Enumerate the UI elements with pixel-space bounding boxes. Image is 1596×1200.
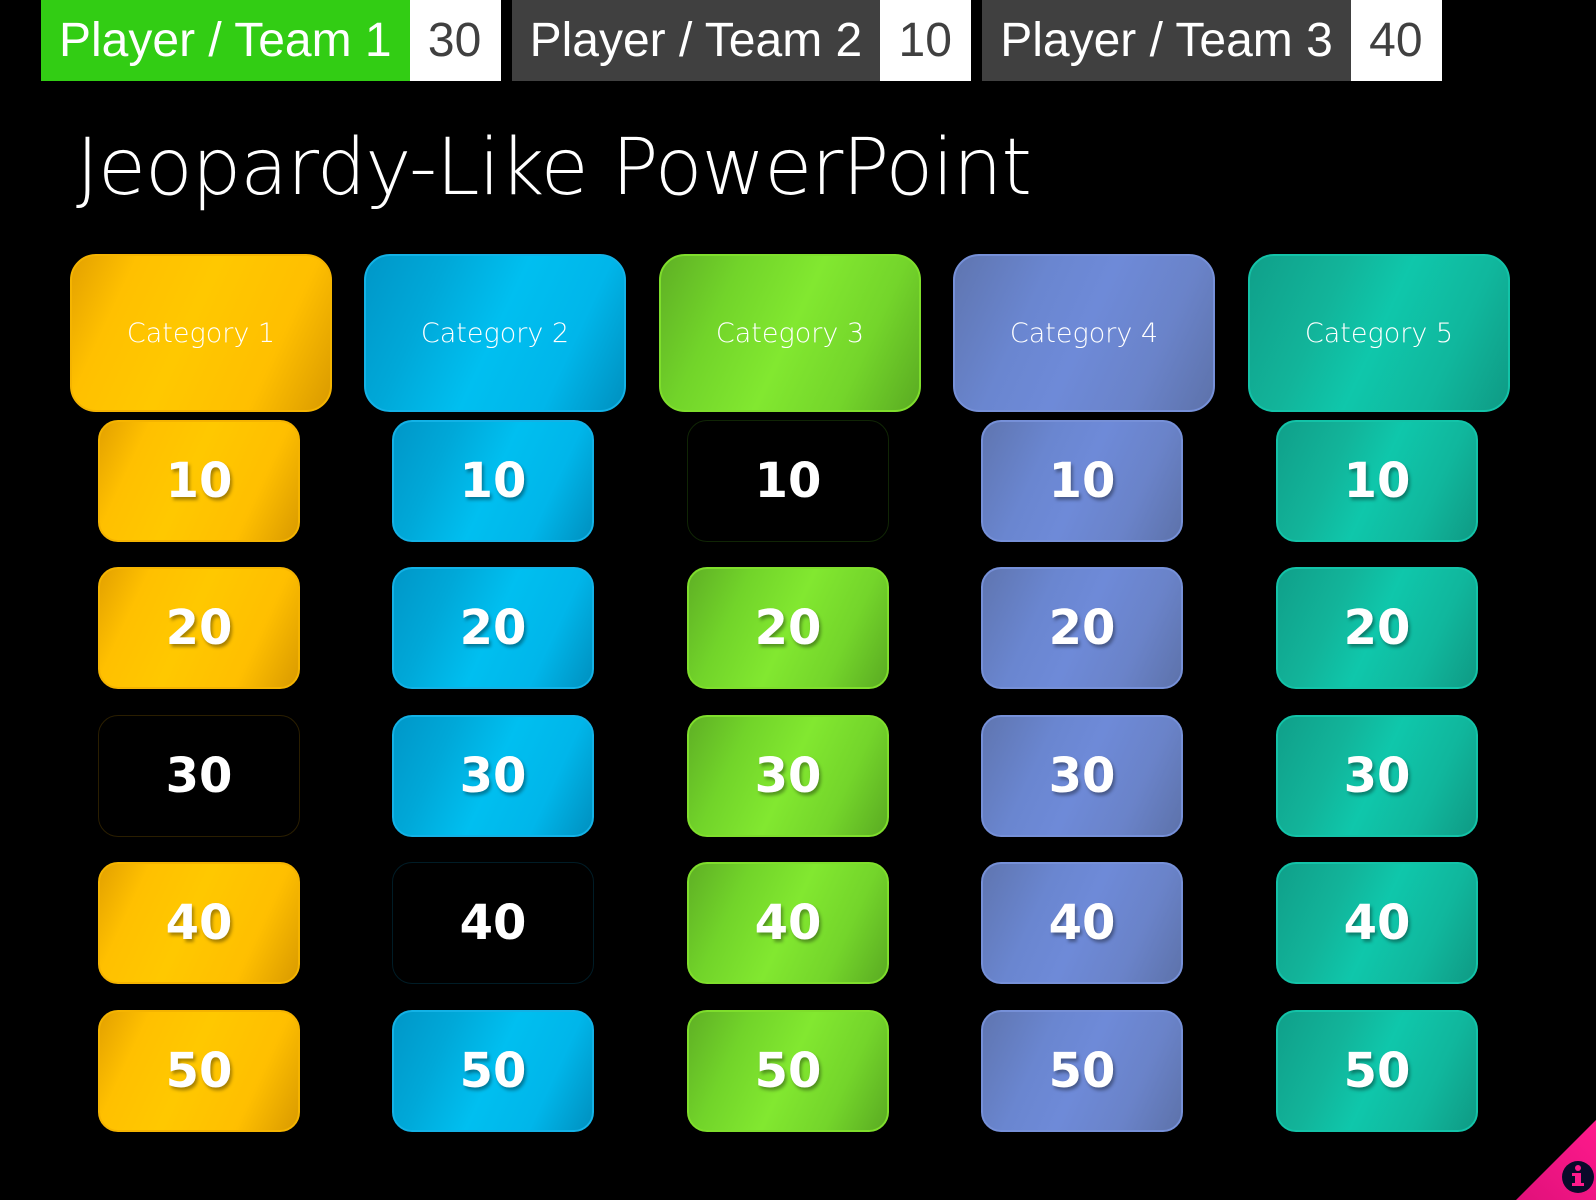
- tile-c4-50[interactable]: 50: [981, 1010, 1183, 1132]
- info-button[interactable]: [1516, 1120, 1596, 1200]
- category-1-header[interactable]: Category 1: [70, 254, 332, 412]
- tile-c2-20[interactable]: 20: [392, 567, 594, 689]
- category-4-header[interactable]: Category 4: [953, 254, 1215, 412]
- team-2-score[interactable]: 10: [880, 0, 972, 81]
- team-1-score[interactable]: 30: [409, 0, 501, 81]
- info-icon: [1562, 1161, 1594, 1193]
- tile-c1-20[interactable]: 20: [98, 567, 300, 689]
- category-column-2: Category 2 10 20 30 40 50: [364, 254, 626, 1132]
- tile-c5-20[interactable]: 20: [1276, 567, 1478, 689]
- tile-c4-40[interactable]: 40: [981, 862, 1183, 984]
- tile-c1-10[interactable]: 10: [98, 420, 300, 542]
- category-2-header[interactable]: Category 2: [364, 254, 626, 412]
- tile-c2-30[interactable]: 30: [392, 715, 594, 837]
- team-2-name[interactable]: Player / Team 2: [511, 0, 881, 81]
- team-3-score[interactable]: 40: [1350, 0, 1442, 81]
- tile-c5-40[interactable]: 40: [1276, 862, 1478, 984]
- team-3-name[interactable]: Player / Team 3: [982, 0, 1351, 81]
- category-column-3: Category 3 10 20 30 40 50: [659, 254, 921, 1132]
- tile-c1-50[interactable]: 50: [98, 1010, 300, 1132]
- tile-c2-40[interactable]: 40: [392, 862, 594, 984]
- tile-c5-10[interactable]: 10: [1276, 420, 1478, 542]
- tile-c3-20[interactable]: 20: [687, 567, 889, 689]
- team-1-name[interactable]: Player / Team 1: [41, 0, 410, 81]
- team-1: Player / Team 1 30: [41, 0, 501, 81]
- tile-c1-40[interactable]: 40: [98, 862, 300, 984]
- scoreboard: Player / Team 1 30 Player / Team 2 10 Pl…: [41, 0, 1453, 81]
- team-2: Player / Team 2 10: [511, 0, 972, 81]
- tile-c4-10[interactable]: 10: [981, 420, 1183, 542]
- tile-c4-30[interactable]: 30: [981, 715, 1183, 837]
- team-3: Player / Team 3 40: [982, 0, 1442, 81]
- tile-c2-10[interactable]: 10: [392, 420, 594, 542]
- tile-c5-50[interactable]: 50: [1276, 1010, 1478, 1132]
- category-column-5: Category 5 10 20 30 40 50: [1248, 254, 1510, 1132]
- tile-c3-10[interactable]: 10: [687, 420, 889, 542]
- page-title: Jeopardy-Like PowerPoint: [76, 123, 1032, 213]
- tile-c2-50[interactable]: 50: [392, 1010, 594, 1132]
- category-3-header[interactable]: Category 3: [659, 254, 921, 412]
- tile-c4-20[interactable]: 20: [981, 567, 1183, 689]
- tile-c5-30[interactable]: 30: [1276, 715, 1478, 837]
- tile-c3-40[interactable]: 40: [687, 862, 889, 984]
- tile-c3-50[interactable]: 50: [687, 1010, 889, 1132]
- tile-c3-30[interactable]: 30: [687, 715, 889, 837]
- tile-c1-30[interactable]: 30: [98, 715, 300, 837]
- category-5-header[interactable]: Category 5: [1248, 254, 1510, 412]
- category-column-4: Category 4 10 20 30 40 50: [953, 254, 1215, 1132]
- info-corner-triangle: [1516, 1120, 1596, 1200]
- category-column-1: Category 1 10 20 30 40 50: [70, 254, 332, 1132]
